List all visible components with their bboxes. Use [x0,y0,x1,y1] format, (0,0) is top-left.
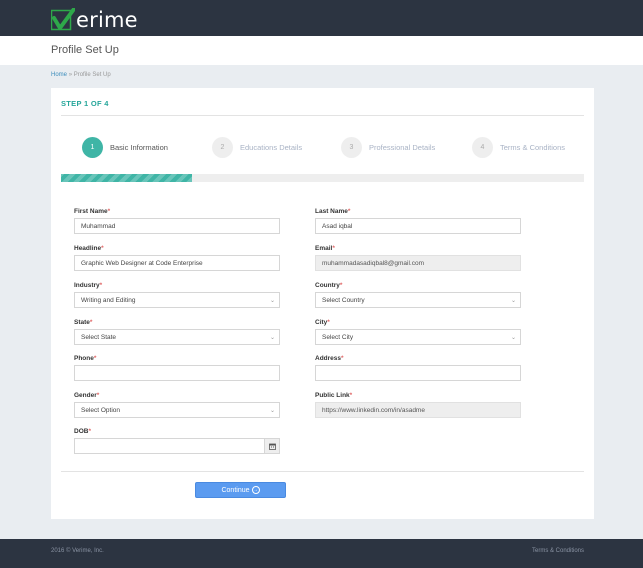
step-heading: STEP 1 OF 4 [61,99,109,108]
address-field: Address* [315,355,521,381]
email-field: Email* muhammadasadiqbal8@gmail.com [315,245,521,271]
first-name-field: First Name* Muhammad [74,208,280,234]
last-name-input[interactable]: Asad iqbal [315,218,521,234]
field-label: Email* [315,245,335,252]
calendar-icon[interactable] [264,439,279,453]
field-label: Headline* [74,245,104,252]
chevron-down-icon: ⌄ [269,408,275,414]
logo-text: erime [76,8,138,32]
field-label: Country* [315,282,343,289]
industry-select[interactable]: Writing and Editing ⌄ [74,292,280,308]
step-label: Basic Information [110,142,168,152]
city-field: City* Select City ⌄ [315,319,521,345]
city-select[interactable]: Select City ⌄ [315,329,521,345]
field-label: DOB* [74,428,91,435]
public-link-field: Public Link* https://www.linkedin.com/in… [315,392,521,418]
checkmark-v-logo-icon [50,7,76,32]
divider [61,471,584,472]
progress-fill [61,174,192,182]
chevron-down-icon: ⌄ [510,335,516,341]
top-navbar: erime [0,0,643,36]
field-label: Public Link* [315,392,353,399]
country-select[interactable]: Select Country ⌄ [315,292,521,308]
footer-copyright: 2016 © Verime, Inc. [51,548,104,554]
chevron-down-icon: ⌄ [510,298,516,304]
footer: 2016 © Verime, Inc. Terms & Conditions [0,539,643,568]
chevron-down-icon: ⌄ [269,335,275,341]
chevron-down-icon: ⌄ [269,298,275,304]
field-label: City* [315,319,330,326]
gender-field: Gender* Select Option ⌄ [74,392,280,418]
field-label: Address* [315,355,344,362]
field-label: First Name* [74,208,111,215]
public-link-input[interactable]: https://www.linkedin.com/in/asadme [315,402,521,418]
last-name-field: Last Name* Asad iqbal [315,208,521,234]
selected-value: Select City [322,333,354,341]
first-name-input[interactable]: Muhammad [74,218,280,234]
wizard-progress-bar [61,174,584,182]
breadcrumb-home-link[interactable]: Home [51,72,67,78]
wizard-step-terms-conditions[interactable]: 4 Terms & Conditions [472,136,565,158]
field-label: Last Name* [315,208,351,215]
selected-value: Select Option [81,406,121,414]
continue-button[interactable]: Continue → [195,482,286,498]
state-select[interactable]: Select State ⌄ [74,329,280,345]
email-input[interactable]: muhammadasadiqbal8@gmail.com [315,255,521,271]
industry-field: Industry* Writing and Editing ⌄ [74,282,280,308]
dob-input[interactable] [74,438,280,454]
circle-arrow-right-icon: → [251,486,260,494]
country-field: Country* Select Country ⌄ [315,282,521,308]
step-label: Educations Details [240,142,303,152]
divider [61,115,584,116]
page-title: Profile Set Up [51,44,119,56]
field-label: Phone* [74,355,97,362]
step-number-badge: 1 [82,136,103,158]
gender-select[interactable]: Select Option ⌄ [74,402,280,418]
headline-field: Headline* Graphic Web Designer at Code E… [74,245,280,271]
dob-field: DOB* [74,428,280,454]
logo[interactable]: erime [50,7,138,33]
wizard-step-basic-information[interactable]: 1 Basic Information [82,136,168,158]
phone-field: Phone* [74,355,280,381]
profile-setup-card: STEP 1 OF 4 1 Basic Information 2 Educat… [51,88,594,519]
footer-terms-link[interactable]: Terms & Conditions [532,548,584,554]
title-bar: Profile Set Up [0,36,643,65]
wizard-step-educations-details[interactable]: 2 Educations Details [212,136,302,158]
state-field: State* Select State ⌄ [74,319,280,345]
field-label: Industry* [74,282,103,289]
breadcrumb-separator: » [68,72,73,78]
breadcrumb: Home » Profile Set Up [51,72,111,78]
headline-input[interactable]: Graphic Web Designer at Code Enterprise [74,255,280,271]
selected-value: Select Country [322,296,365,304]
step-label: Terms & Conditions [500,142,566,152]
step-number-badge: 2 [212,136,233,158]
wizard-step-professional-details[interactable]: 3 Professional Details [341,136,435,158]
selected-value: Select State [81,333,117,341]
field-label: State* [74,319,93,326]
breadcrumb-current: Profile Set Up [73,72,111,78]
step-number-badge: 4 [472,136,493,158]
phone-input[interactable] [74,365,280,381]
step-number-badge: 3 [341,136,362,158]
continue-label: Continue [221,486,250,494]
selected-value: Writing and Editing [81,296,136,304]
step-label: Professional Details [369,142,436,152]
field-label: Gender* [74,392,100,399]
address-input[interactable] [315,365,521,381]
